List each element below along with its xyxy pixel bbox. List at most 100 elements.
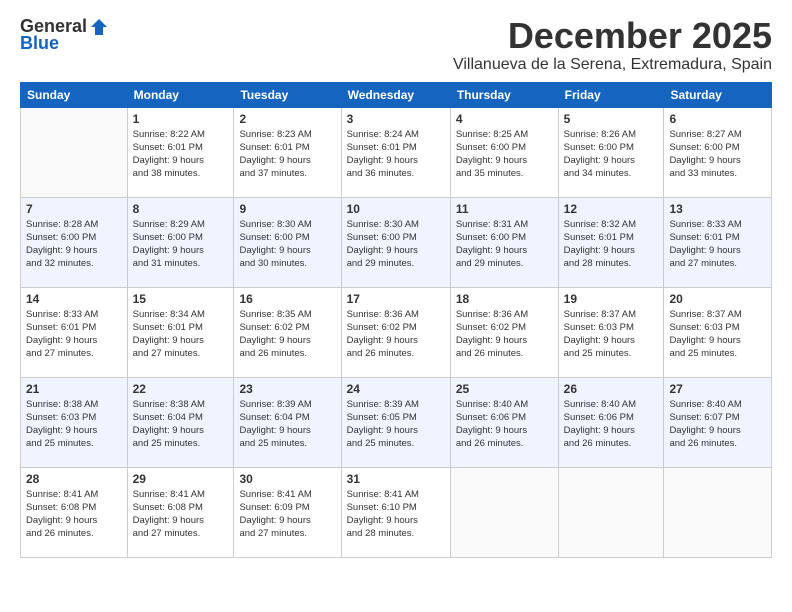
col-thursday: Thursday (450, 82, 558, 107)
day-number: 13 (669, 202, 766, 216)
col-sunday: Sunday (21, 82, 128, 107)
day-info: Sunrise: 8:31 AM Sunset: 6:00 PM Dayligh… (456, 218, 553, 271)
day-info: Sunrise: 8:24 AM Sunset: 6:01 PM Dayligh… (347, 128, 445, 181)
day-info: Sunrise: 8:22 AM Sunset: 6:01 PM Dayligh… (133, 128, 229, 181)
table-row: 2 Sunrise: 8:23 AM Sunset: 6:01 PM Daylig… (234, 107, 341, 197)
day-info: Sunrise: 8:37 AM Sunset: 6:03 PM Dayligh… (564, 308, 659, 361)
table-row: 23 Sunrise: 8:39 AM Sunset: 6:04 PM Dayli… (234, 377, 341, 467)
day-info: Sunrise: 8:25 AM Sunset: 6:00 PM Dayligh… (456, 128, 553, 181)
day-number: 12 (564, 202, 659, 216)
day-info: Sunrise: 8:40 AM Sunset: 6:07 PM Dayligh… (669, 398, 766, 451)
col-tuesday: Tuesday (234, 82, 341, 107)
day-info: Sunrise: 8:23 AM Sunset: 6:01 PM Dayligh… (239, 128, 335, 181)
day-info: Sunrise: 8:39 AM Sunset: 6:05 PM Dayligh… (347, 398, 445, 451)
day-number: 4 (456, 112, 553, 126)
table-row (450, 467, 558, 557)
table-row: 26Sunrise: 8:40 AM Sunset: 6:06 PM Dayli… (558, 377, 664, 467)
day-info: Sunrise: 8:27 AM Sunset: 6:00 PM Dayligh… (669, 128, 766, 181)
day-info: Sunrise: 8:29 AM Sunset: 6:00 PM Dayligh… (133, 218, 229, 271)
table-row: 11 Sunrise: 8:31 AM Sunset: 6:00 PM Dayli… (450, 197, 558, 287)
table-row (664, 467, 772, 557)
logo: General Blue (20, 16, 109, 54)
table-row: 8 Sunrise: 8:29 AM Sunset: 6:00 PM Daylig… (127, 197, 234, 287)
logo-blue-text: Blue (20, 33, 59, 54)
day-number: 2 (239, 112, 335, 126)
day-info: Sunrise: 8:34 AM Sunset: 6:01 PM Dayligh… (133, 308, 229, 361)
table-row: 28 Sunrise: 8:41 AM Sunset: 6:08 PM Dayli… (21, 467, 128, 557)
day-info: Sunrise: 8:41 AM Sunset: 6:10 PM Dayligh… (347, 488, 445, 541)
table-row: 5Sunrise: 8:26 AM Sunset: 6:00 PM Daylig… (558, 107, 664, 197)
day-number: 27 (669, 382, 766, 396)
day-number: 10 (347, 202, 445, 216)
day-number: 19 (564, 292, 659, 306)
page: General Blue December 2025 Villanueva de… (0, 0, 792, 612)
table-row: 19 Sunrise: 8:37 AM Sunset: 6:03 PM Dayli… (558, 287, 664, 377)
day-number: 24 (347, 382, 445, 396)
day-number: 18 (456, 292, 553, 306)
table-row (558, 467, 664, 557)
day-number: 3 (347, 112, 445, 126)
table-row: 1Sunrise: 8:22 AM Sunset: 6:01 PM Daylig… (127, 107, 234, 197)
day-number: 16 (239, 292, 335, 306)
day-info: Sunrise: 8:30 AM Sunset: 6:00 PM Dayligh… (347, 218, 445, 271)
table-row: 24 Sunrise: 8:39 AM Sunset: 6:05 PM Dayli… (341, 377, 450, 467)
col-monday: Monday (127, 82, 234, 107)
day-number: 23 (239, 382, 335, 396)
day-number: 11 (456, 202, 553, 216)
header-row: Sunday Monday Tuesday Wednesday Thursday… (21, 82, 772, 107)
day-number: 22 (133, 382, 229, 396)
col-saturday: Saturday (664, 82, 772, 107)
day-info: Sunrise: 8:41 AM Sunset: 6:08 PM Dayligh… (133, 488, 229, 541)
title-block: December 2025 Villanueva de la Serena, E… (453, 16, 772, 74)
table-row: 6 Sunrise: 8:27 AM Sunset: 6:00 PM Daylig… (664, 107, 772, 197)
table-row (21, 107, 128, 197)
table-row: 31 Sunrise: 8:41 AM Sunset: 6:10 PM Dayli… (341, 467, 450, 557)
day-info: Sunrise: 8:33 AM Sunset: 6:01 PM Dayligh… (26, 308, 122, 361)
calendar-table: Sunday Monday Tuesday Wednesday Thursday… (20, 82, 772, 558)
day-info: Sunrise: 8:40 AM Sunset: 6:06 PM Dayligh… (564, 398, 659, 451)
col-friday: Friday (558, 82, 664, 107)
table-row: 16Sunrise: 8:35 AM Sunset: 6:02 PM Dayli… (234, 287, 341, 377)
day-info: Sunrise: 8:39 AM Sunset: 6:04 PM Dayligh… (239, 398, 335, 451)
day-number: 31 (347, 472, 445, 486)
day-number: 25 (456, 382, 553, 396)
table-row: 13 Sunrise: 8:33 AM Sunset: 6:01 PM Dayli… (664, 197, 772, 287)
day-info: Sunrise: 8:33 AM Sunset: 6:01 PM Dayligh… (669, 218, 766, 271)
day-info: Sunrise: 8:36 AM Sunset: 6:02 PM Dayligh… (456, 308, 553, 361)
day-number: 8 (133, 202, 229, 216)
table-row: 27 Sunrise: 8:40 AM Sunset: 6:07 PM Dayli… (664, 377, 772, 467)
day-info: Sunrise: 8:38 AM Sunset: 6:03 PM Dayligh… (26, 398, 122, 451)
table-row: 30 Sunrise: 8:41 AM Sunset: 6:09 PM Dayli… (234, 467, 341, 557)
logo-icon (89, 17, 109, 37)
day-number: 7 (26, 202, 122, 216)
day-number: 30 (239, 472, 335, 486)
day-number: 6 (669, 112, 766, 126)
day-info: Sunrise: 8:38 AM Sunset: 6:04 PM Dayligh… (133, 398, 229, 451)
table-row: 22 Sunrise: 8:38 AM Sunset: 6:04 PM Dayli… (127, 377, 234, 467)
header: General Blue December 2025 Villanueva de… (20, 16, 772, 74)
table-row: 29 Sunrise: 8:41 AM Sunset: 6:08 PM Dayli… (127, 467, 234, 557)
calendar-header: Sunday Monday Tuesday Wednesday Thursday… (21, 82, 772, 107)
day-number: 21 (26, 382, 122, 396)
day-info: Sunrise: 8:32 AM Sunset: 6:01 PM Dayligh… (564, 218, 659, 271)
day-info: Sunrise: 8:41 AM Sunset: 6:08 PM Dayligh… (26, 488, 122, 541)
day-info: Sunrise: 8:40 AM Sunset: 6:06 PM Dayligh… (456, 398, 553, 451)
table-row: 15 Sunrise: 8:34 AM Sunset: 6:01 PM Dayli… (127, 287, 234, 377)
table-row: 7Sunrise: 8:28 AM Sunset: 6:00 PM Daylig… (21, 197, 128, 287)
day-number: 28 (26, 472, 122, 486)
day-number: 14 (26, 292, 122, 306)
day-info: Sunrise: 8:41 AM Sunset: 6:09 PM Dayligh… (239, 488, 335, 541)
table-row: 10 Sunrise: 8:30 AM Sunset: 6:00 PM Dayli… (341, 197, 450, 287)
table-row: 3 Sunrise: 8:24 AM Sunset: 6:01 PM Daylig… (341, 107, 450, 197)
location-title: Villanueva de la Serena, Extremadura, Sp… (453, 56, 772, 74)
calendar-body: 1Sunrise: 8:22 AM Sunset: 6:01 PM Daylig… (21, 107, 772, 557)
day-number: 15 (133, 292, 229, 306)
day-info: Sunrise: 8:26 AM Sunset: 6:00 PM Dayligh… (564, 128, 659, 181)
day-info: Sunrise: 8:30 AM Sunset: 6:00 PM Dayligh… (239, 218, 335, 271)
day-number: 29 (133, 472, 229, 486)
day-info: Sunrise: 8:36 AM Sunset: 6:02 PM Dayligh… (347, 308, 445, 361)
table-row: 21 Sunrise: 8:38 AM Sunset: 6:03 PM Dayli… (21, 377, 128, 467)
table-row: 12 Sunrise: 8:32 AM Sunset: 6:01 PM Dayli… (558, 197, 664, 287)
table-row: 17Sunrise: 8:36 AM Sunset: 6:02 PM Dayli… (341, 287, 450, 377)
table-row: 9Sunrise: 8:30 AM Sunset: 6:00 PM Daylig… (234, 197, 341, 287)
